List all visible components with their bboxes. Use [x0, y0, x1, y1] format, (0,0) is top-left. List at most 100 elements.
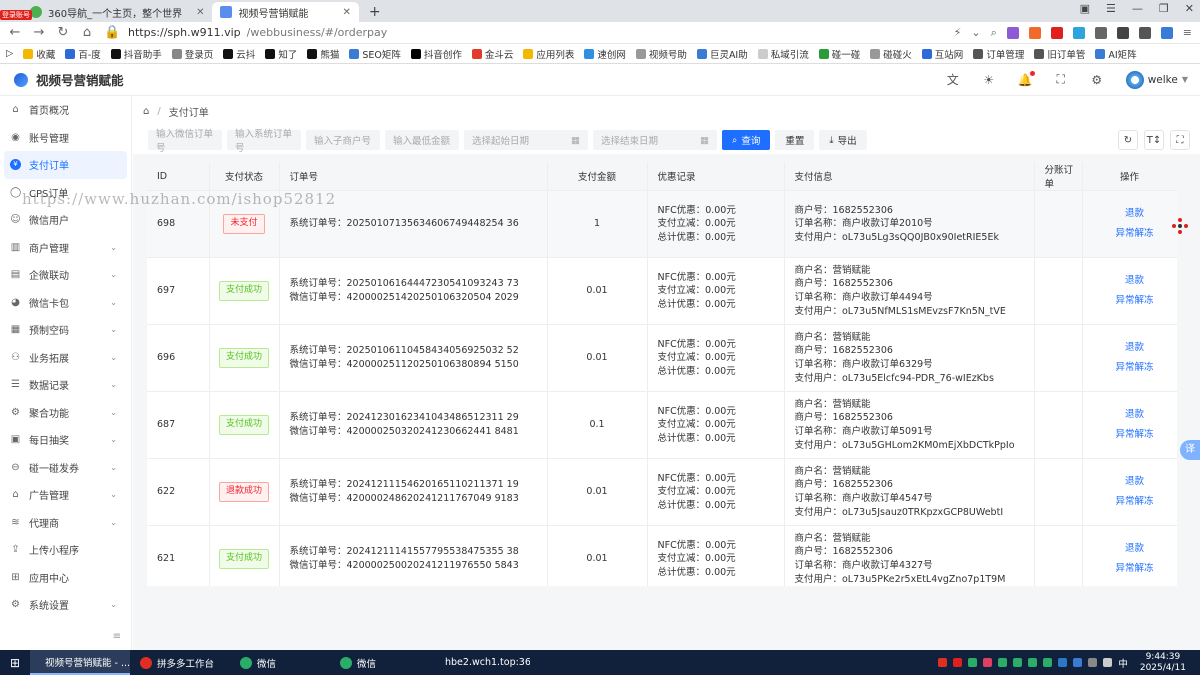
- sidebar-item[interactable]: ☺ 微信用户: [0, 206, 131, 234]
- fullscreen-icon[interactable]: ⛶: [1054, 72, 1068, 87]
- bookmark-item[interactable]: 速创网: [584, 47, 626, 61]
- home-icon[interactable]: ⌂: [80, 25, 94, 40]
- sidebar-item[interactable]: ▣ 每日抽奖 ⌄: [0, 426, 131, 454]
- url-field[interactable]: https://sph.w911.vip/webbusiness/#/order…: [128, 26, 387, 39]
- browser-tab-360[interactable]: 360导航_一个主页，整个世界 ✕: [22, 2, 212, 22]
- search-icon[interactable]: ⌕: [991, 26, 997, 40]
- bolt-icon[interactable]: ⚡: [954, 26, 962, 39]
- sidebar-item[interactable]: ▥ 商户管理 ⌄: [0, 234, 131, 262]
- unfreeze-link[interactable]: 异常解冻: [1093, 425, 1177, 445]
- window-close-icon[interactable]: ✕: [1185, 2, 1194, 15]
- extension-icon[interactable]: [1050, 26, 1063, 39]
- sidebar-item[interactable]: ¥ 支付订单: [4, 151, 127, 179]
- user-menu[interactable]: welke ▼: [1125, 70, 1188, 89]
- bookmark-item[interactable]: 登录页: [171, 47, 213, 61]
- refund-link[interactable]: 退款: [1093, 472, 1177, 492]
- sidebar-item[interactable]: ⚙ 系统设置 ⌄: [0, 591, 131, 619]
- bookmark-item[interactable]: 互站网: [921, 47, 963, 61]
- translate-icon[interactable]: 文: [946, 71, 960, 88]
- search-button[interactable]: ⌕ 查询: [722, 130, 771, 150]
- density-icon[interactable]: T↕: [1144, 130, 1164, 150]
- refund-link[interactable]: 退款: [1093, 405, 1177, 425]
- bookmark-item[interactable]: 应用列表: [523, 47, 574, 61]
- reload-icon[interactable]: ↻: [56, 25, 70, 40]
- extension-icon[interactable]: [1116, 26, 1129, 39]
- bookmark-item[interactable]: 云抖: [223, 47, 255, 61]
- menu-icon[interactable]: ≡: [1183, 26, 1192, 39]
- refund-link[interactable]: 退款: [1093, 271, 1177, 291]
- sidebar-item[interactable]: ⌂ 广告管理 ⌄: [0, 481, 131, 509]
- bell-icon[interactable]: 🔔: [1018, 70, 1035, 87]
- export-button[interactable]: ⤓ 导出: [819, 130, 867, 150]
- close-icon[interactable]: ✕: [196, 7, 204, 18]
- taskbar-item[interactable]: 拼多多工作台: [130, 650, 230, 675]
- tray-icon[interactable]: [953, 658, 963, 667]
- bookmark-item[interactable]: 百-度: [65, 47, 101, 61]
- fullscreen-icon[interactable]: ⛶: [1170, 130, 1190, 150]
- browser-tab-active[interactable]: 视频号营销赋能 ✕: [212, 2, 359, 22]
- tray-icon[interactable]: [983, 658, 993, 667]
- sub-merchant-input[interactable]: 输入子商户号: [306, 130, 380, 150]
- restore-icon[interactable]: ❐: [1159, 2, 1169, 15]
- start-date-picker[interactable]: 选择起始日期 ▦: [464, 130, 588, 150]
- tray-icon[interactable]: [1058, 658, 1068, 667]
- bookmark-item[interactable]: 私域引流: [757, 47, 809, 61]
- translate-float-button[interactable]: 译: [1180, 440, 1200, 460]
- theme-sun-icon[interactable]: ☀: [982, 73, 996, 87]
- back-icon[interactable]: ←: [8, 25, 22, 40]
- bookmark-item[interactable]: 抖音创作: [410, 47, 462, 61]
- bookmark-item[interactable]: 抖音助手: [110, 47, 162, 61]
- sidebar-item[interactable]: ◕ 微信卡包 ⌄: [0, 289, 131, 317]
- taskbar-item[interactable]: 微信: [230, 650, 330, 675]
- refund-link[interactable]: 退款: [1093, 539, 1177, 559]
- taskbar-item[interactable]: 视频号营销赋能 - ...: [30, 650, 130, 675]
- floating-logo-icon[interactable]: [1172, 218, 1188, 234]
- tray-icon[interactable]: [1073, 658, 1083, 667]
- tray-icon[interactable]: [938, 658, 948, 667]
- sidebar-item[interactable]: ⚇ 业务拓展 ⌄: [0, 344, 131, 372]
- app-logo[interactable]: 视频号营销赋能: [0, 70, 132, 89]
- sidebar-item[interactable]: ◉ 账号管理: [0, 124, 131, 152]
- bookmark-item[interactable]: SEO矩阵: [349, 47, 401, 61]
- new-tab-button[interactable]: +: [359, 2, 391, 22]
- bookmark-item[interactable]: 熊猫: [307, 47, 339, 61]
- min-amount-input[interactable]: 输入最低金额: [385, 130, 459, 150]
- bookmark-item[interactable]: 视频号助: [635, 47, 687, 61]
- refresh-icon[interactable]: ↻: [1118, 130, 1138, 150]
- home-icon[interactable]: ⌂: [143, 106, 149, 117]
- sidebar-item[interactable]: ≋ 代理商 ⌄: [0, 509, 131, 537]
- refund-link[interactable]: 退款: [1093, 204, 1177, 224]
- taskbar-item[interactable]: hbe2.wch1.top:36...: [430, 650, 530, 675]
- tray-icon[interactable]: [1013, 658, 1023, 667]
- extension-icon[interactable]: [1160, 26, 1173, 39]
- download-icon[interactable]: [1138, 26, 1151, 39]
- settings-icon[interactable]: ⚙: [1090, 73, 1104, 87]
- sidebar-item[interactable]: ☰ 数据记录 ⌄: [0, 371, 131, 399]
- sidebar-item[interactable]: ⚙ 聚合功能 ⌄: [0, 399, 131, 427]
- refund-link[interactable]: 退款: [1093, 338, 1177, 358]
- close-icon[interactable]: ✕: [342, 7, 350, 18]
- minimize-icon[interactable]: —: [1132, 2, 1143, 15]
- unfreeze-link[interactable]: 异常解冻: [1093, 358, 1177, 378]
- windows-start-icon[interactable]: ⊞: [0, 656, 30, 670]
- taskbar-item[interactable]: 微信: [330, 650, 430, 675]
- extension-icon[interactable]: [1072, 26, 1085, 39]
- sidebar-item[interactable]: ⌂ 首页概况: [0, 96, 131, 124]
- tray-icon[interactable]: [998, 658, 1008, 667]
- bookmark-item[interactable]: 巨灵AI助: [696, 47, 748, 61]
- forward-icon[interactable]: →: [32, 25, 46, 40]
- unfreeze-link[interactable]: 异常解冻: [1093, 492, 1177, 512]
- bookmark-item[interactable]: AI矩阵: [1095, 47, 1137, 61]
- tray-icon[interactable]: [1028, 658, 1038, 667]
- reset-button[interactable]: 重置: [775, 130, 815, 150]
- extension-icon[interactable]: [1006, 26, 1019, 39]
- clock[interactable]: 9:44:39 2025/4/11: [1134, 652, 1192, 674]
- chevron-down-icon[interactable]: ⌄: [971, 26, 980, 39]
- bookmark-item[interactable]: 订单管理: [973, 47, 1024, 61]
- extension-icon[interactable]: [1094, 26, 1107, 39]
- bookmark-item[interactable]: 碰碰火: [870, 47, 912, 61]
- sidebar-item[interactable]: ▦ 预制空码 ⌄: [0, 316, 131, 344]
- tray-icon[interactable]: [1088, 658, 1098, 667]
- bookmark-toggle-icon[interactable]: ▷: [6, 48, 13, 59]
- sys-order-input[interactable]: 输入系统订单号: [227, 129, 301, 154]
